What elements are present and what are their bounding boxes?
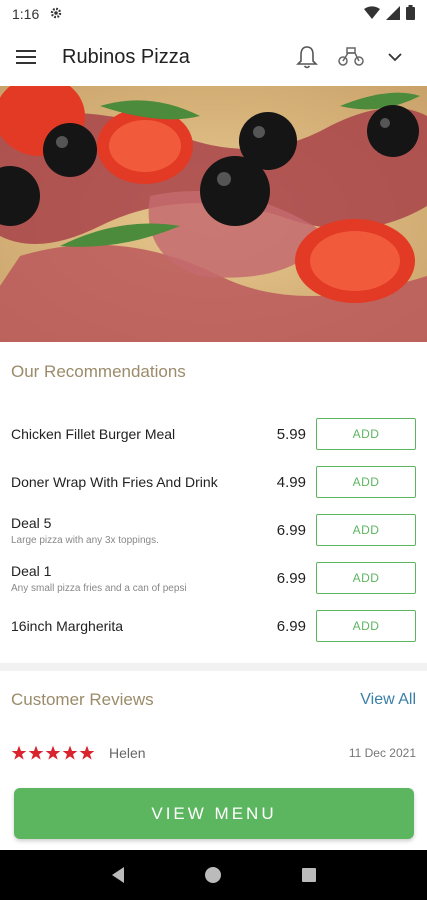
- hamburger-menu-icon[interactable]: [16, 43, 44, 71]
- system-nav-bar: [0, 850, 427, 900]
- chevron-down-icon[interactable]: [379, 41, 411, 73]
- wifi-icon: [364, 5, 380, 23]
- item-price: 6.99: [276, 569, 306, 587]
- add-button[interactable]: ADD: [316, 562, 416, 594]
- back-icon[interactable]: [103, 860, 133, 890]
- view-all-link[interactable]: View All: [360, 691, 416, 709]
- item-price: 6.99: [276, 521, 306, 539]
- recommendations-title: Our Recommendations: [11, 362, 186, 381]
- delivery-scooter-icon[interactable]: [335, 41, 367, 73]
- item-name: Chicken Fillet Burger Meal: [11, 426, 176, 442]
- review-item[interactable]: Helen 11 Dec 2021: [11, 729, 416, 777]
- item-price: 6.99: [276, 617, 306, 635]
- app-bar: Rubinos Pizza: [0, 28, 427, 86]
- star-icon: [11, 745, 27, 760]
- recommendation-item: Chicken Fillet Burger Meal 5.99 ADD: [11, 410, 416, 458]
- item-price: 4.99: [276, 473, 306, 491]
- recommendation-item: Deal 5 Large pizza with any 3x toppings.…: [11, 506, 416, 554]
- recommendation-item: 16inch Margherita 6.99 ADD: [11, 602, 416, 650]
- item-name: 16inch Margherita: [11, 618, 124, 634]
- view-menu-button[interactable]: VIEW MENU: [14, 788, 414, 839]
- star-icon: [79, 745, 95, 760]
- settings-icon: [49, 6, 63, 23]
- reviews-title: Customer Reviews: [11, 690, 154, 709]
- recommendations-section: Our Recommendations Chicken Fillet Burge…: [0, 342, 427, 650]
- add-button[interactable]: ADD: [316, 418, 416, 450]
- hero-pizza-image: [0, 86, 427, 342]
- add-button[interactable]: ADD: [316, 514, 416, 546]
- item-price: 5.99: [276, 425, 306, 443]
- item-name: Doner Wrap With Fries And Drink: [11, 474, 218, 490]
- review-date: 11 Dec 2021: [348, 746, 416, 760]
- signal-icon: [386, 5, 400, 23]
- status-bar: 1:16: [0, 0, 427, 28]
- status-time: 1:16: [12, 6, 40, 22]
- page-title: Rubinos Pizza: [62, 45, 190, 68]
- recommendation-item: Doner Wrap With Fries And Drink 4.99 ADD: [11, 458, 416, 506]
- star-icon: [28, 745, 44, 760]
- add-button[interactable]: ADD: [316, 610, 416, 642]
- section-divider: [0, 663, 427, 671]
- recents-icon[interactable]: [294, 860, 324, 890]
- item-name: Deal 1: [11, 562, 52, 579]
- battery-icon: [406, 5, 415, 23]
- star-icon: [45, 745, 61, 760]
- rating-stars: [11, 745, 95, 761]
- add-button[interactable]: ADD: [316, 466, 416, 498]
- reviews-section: Customer Reviews View All Helen 11 Dec 2…: [0, 671, 427, 777]
- star-icon: [62, 745, 78, 760]
- item-name: Deal 5: [11, 514, 52, 531]
- reviewer-name: Helen: [109, 745, 146, 761]
- item-description: Large pizza with any 3x toppings.: [11, 534, 159, 546]
- recommendation-item: Deal 1 Any small pizza fries and a can o…: [11, 554, 416, 602]
- bell-icon[interactable]: [291, 41, 323, 73]
- home-icon[interactable]: [198, 860, 228, 890]
- item-description: Any small pizza fries and a can of pepsi: [11, 582, 187, 594]
